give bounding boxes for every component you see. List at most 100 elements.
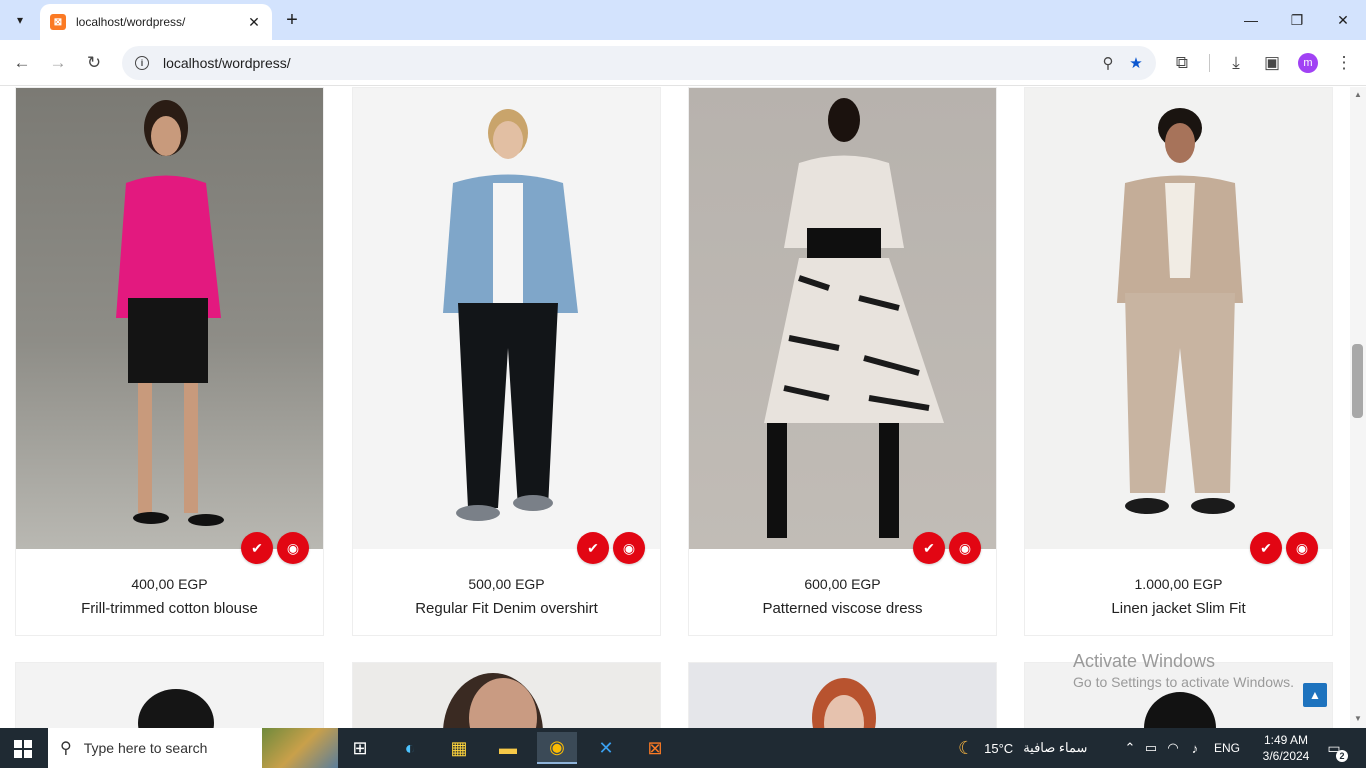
forward-icon[interactable]: → bbox=[44, 49, 72, 77]
tab-title: localhost/wordpress/ bbox=[76, 15, 186, 29]
search-placeholder[interactable]: Type here to search bbox=[84, 740, 208, 756]
clock-time: 1:49 AM bbox=[1263, 733, 1309, 747]
browser-toolbar: ← → ↻ i localhost/wordpress/ ⚲ ★ ⧉ ⤓ ▣ m… bbox=[0, 40, 1366, 86]
start-windows-icon[interactable] bbox=[14, 740, 32, 758]
weather-condition: سماء صافية bbox=[1023, 740, 1088, 755]
scrollbar-thumb[interactable] bbox=[1352, 344, 1363, 418]
scroll-down-icon[interactable]: ▼ bbox=[1353, 714, 1363, 723]
reload-icon[interactable]: ↻ bbox=[80, 49, 108, 77]
product-card[interactable]: 400,00 EGP Frill-trimmed cotton blouse ✔… bbox=[15, 87, 324, 636]
add-to-cart-check-icon[interactable]: ✔ bbox=[241, 532, 273, 564]
browser-menu-icon[interactable]: ⋮ bbox=[1330, 49, 1358, 77]
product-photo-figure bbox=[116, 100, 224, 526]
side-panel-icon[interactable]: ▣ bbox=[1258, 49, 1286, 77]
add-to-cart-check-icon[interactable]: ✔ bbox=[1250, 532, 1282, 564]
product-name[interactable]: Regular Fit Denim overshirt bbox=[415, 600, 598, 617]
windows-taskbar: ⚲ Type here to search ⊞ ◐ ▦ ▬ ◉ ✕ ⊠ ☾ 15… bbox=[0, 728, 1366, 768]
quick-view-eye-icon[interactable]: ◉ bbox=[949, 532, 981, 564]
moon-weather-icon: ☾ bbox=[958, 737, 975, 758]
product-actions: ✔ ◉ bbox=[1250, 532, 1322, 564]
product-actions: ✔ ◉ bbox=[577, 532, 649, 564]
quick-view-eye-icon[interactable]: ◉ bbox=[613, 532, 645, 564]
product-name[interactable]: Patterned viscose dress bbox=[762, 600, 922, 617]
vscode-icon[interactable]: ✕ bbox=[586, 732, 626, 764]
zoom-icon[interactable]: ⚲ bbox=[1094, 49, 1122, 77]
task-view-icon[interactable]: ⊞ bbox=[340, 732, 380, 764]
system-tray: ⌃ ▭ ◠ ♪ ENG bbox=[1120, 728, 1240, 768]
activate-title: Activate Windows bbox=[1073, 651, 1216, 671]
product-photo-figure bbox=[1117, 108, 1243, 514]
quick-view-eye-icon[interactable]: ◉ bbox=[277, 532, 309, 564]
minimize-button[interactable]: — bbox=[1228, 0, 1274, 40]
product-image[interactable] bbox=[16, 663, 323, 728]
back-icon[interactable]: ← bbox=[8, 49, 36, 77]
tab-strip: ▾ ⊠ localhost/wordpress/ ✕ + — ❐ ✕ bbox=[0, 0, 1366, 40]
clock-date: 3/6/2024 bbox=[1262, 749, 1310, 763]
site-info-icon[interactable]: i bbox=[135, 56, 149, 70]
download-icon[interactable]: ⤓ bbox=[1222, 49, 1250, 77]
extensions-icon[interactable]: ⧉ bbox=[1168, 49, 1196, 77]
product-photo-figure bbox=[443, 673, 543, 728]
product-photo-figure bbox=[812, 678, 876, 728]
language-indicator[interactable]: ENG bbox=[1214, 741, 1240, 755]
product-price: 500,00 EGP bbox=[468, 576, 545, 592]
page-viewport: 400,00 EGP Frill-trimmed cotton blouse ✔… bbox=[0, 87, 1350, 728]
chevron-up-icon[interactable]: ⌃ bbox=[1120, 740, 1140, 756]
product-card[interactable]: 600,00 EGP Patterned viscose dress ✔ ◉ bbox=[688, 87, 997, 636]
close-tab-icon[interactable]: ✕ bbox=[246, 14, 262, 31]
profile-avatar[interactable]: m bbox=[1298, 53, 1318, 73]
product-name[interactable]: Linen jacket Slim Fit bbox=[1111, 600, 1245, 617]
weather-widget[interactable]: ☾ 15°C سماء صافية bbox=[958, 728, 1087, 768]
product-price: 400,00 EGP bbox=[131, 576, 208, 592]
new-tab-button[interactable]: + bbox=[280, 8, 304, 32]
product-image[interactable] bbox=[16, 88, 323, 549]
search-icon: ⚲ bbox=[60, 740, 72, 757]
address-bar[interactable]: i localhost/wordpress/ ⚲ ★ bbox=[122, 46, 1156, 80]
quick-view-eye-icon[interactable]: ◉ bbox=[1286, 532, 1318, 564]
back-to-top-button[interactable]: ▲ bbox=[1303, 683, 1327, 707]
wifi-icon[interactable]: ◠ bbox=[1162, 740, 1184, 756]
store-icon[interactable]: ▦ bbox=[439, 732, 479, 764]
product-card[interactable] bbox=[688, 662, 997, 728]
system-clock[interactable]: 1:49 AM 3/6/2024 bbox=[1256, 732, 1316, 764]
xampp-favicon-icon: ⊠ bbox=[50, 14, 66, 30]
edge-icon[interactable]: ◐ bbox=[390, 732, 430, 764]
url-text[interactable]: localhost/wordpress/ bbox=[163, 55, 1094, 71]
product-card[interactable] bbox=[15, 662, 324, 728]
product-photo-figure bbox=[443, 109, 578, 521]
close-window-button[interactable]: ✕ bbox=[1320, 0, 1366, 40]
product-card[interactable] bbox=[352, 662, 661, 728]
product-image[interactable] bbox=[689, 663, 996, 728]
product-name[interactable]: Frill-trimmed cotton blouse bbox=[81, 600, 258, 617]
product-card[interactable]: 500,00 EGP Regular Fit Denim overshirt ✔… bbox=[352, 87, 661, 636]
restore-button[interactable]: ❐ bbox=[1274, 0, 1320, 40]
file-explorer-icon[interactable]: ▬ bbox=[488, 732, 528, 764]
xampp-icon[interactable]: ⊠ bbox=[635, 732, 675, 764]
add-to-cart-check-icon[interactable]: ✔ bbox=[913, 532, 945, 564]
product-actions: ✔ ◉ bbox=[241, 532, 313, 564]
scroll-up-icon[interactable]: ▲ bbox=[1353, 90, 1363, 99]
product-photo-figure bbox=[764, 98, 944, 538]
product-image[interactable] bbox=[353, 88, 660, 549]
taskbar-search[interactable]: ⚲ Type here to search bbox=[48, 728, 338, 768]
product-photo-figure bbox=[138, 689, 214, 728]
product-image[interactable] bbox=[689, 88, 996, 549]
browser-tab[interactable]: ⊠ localhost/wordpress/ ✕ bbox=[40, 4, 272, 40]
add-to-cart-check-icon[interactable]: ✔ bbox=[577, 532, 609, 564]
product-card[interactable]: 1.000,00 EGP Linen jacket Slim Fit ✔ ◉ bbox=[1024, 87, 1333, 636]
product-image[interactable] bbox=[353, 663, 660, 728]
tab-search-button[interactable]: ▾ bbox=[6, 6, 34, 34]
search-highlight-image[interactable] bbox=[262, 728, 338, 768]
battery-icon[interactable]: ▭ bbox=[1140, 740, 1162, 756]
volume-icon[interactable]: ♪ bbox=[1184, 741, 1206, 756]
product-price: 600,00 EGP bbox=[804, 576, 881, 592]
product-price: 1.000,00 EGP bbox=[1134, 576, 1223, 592]
activate-windows-watermark: Activate Windows Go to Settings to activ… bbox=[1073, 651, 1294, 690]
bookmark-star-icon[interactable]: ★ bbox=[1122, 49, 1150, 77]
chrome-icon[interactable]: ◉ bbox=[537, 732, 577, 764]
activate-subtitle: Go to Settings to activate Windows. bbox=[1073, 674, 1294, 690]
toolbar-divider bbox=[1209, 54, 1210, 72]
notification-count: 2 bbox=[1336, 750, 1348, 762]
product-image[interactable] bbox=[1025, 88, 1332, 549]
weather-temp: 15°C bbox=[984, 740, 1014, 756]
